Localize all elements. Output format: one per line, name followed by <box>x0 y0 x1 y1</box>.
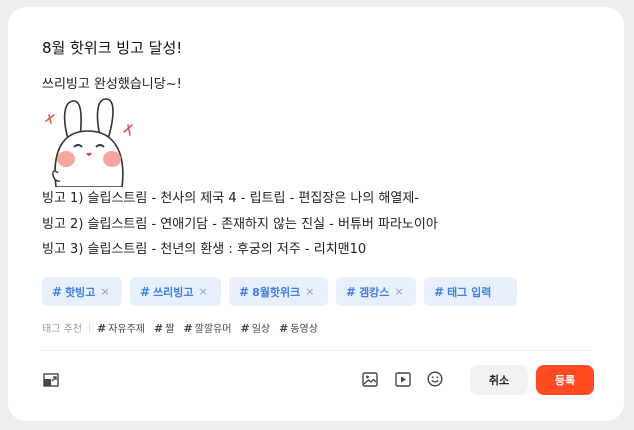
hash-icon: # <box>52 284 63 299</box>
recommend-tag-label: 깔깔유머 <box>194 323 232 335</box>
hash-icon: # <box>239 284 250 299</box>
tag-label: 쓰리빙고 <box>153 285 194 299</box>
tag-input[interactable]: # 태그 입력 <box>424 277 517 306</box>
hash-icon: # <box>346 284 357 299</box>
tag-recommendations: 태그 추천 # 자유주제 # 짤 # 깔깔유머 # 일상 # 동영상 <box>42 319 327 335</box>
emoji-icon[interactable] <box>427 371 443 387</box>
bingo-line-2[interactable]: 빙고 2) 슬립스트림 - 연애기담 - 존재하지 않는 진실 - 버튜버 파라… <box>42 213 438 232</box>
hash-icon: # <box>279 321 289 335</box>
recommend-tag-label: 동영상 <box>290 323 318 335</box>
recommend-tag[interactable]: # 일상 <box>240 320 270 335</box>
post-intro[interactable]: 쓰리빙고 완성했습니당~! <box>42 73 182 92</box>
recommend-label: 태그 추천 <box>42 323 82 335</box>
recommend-tag[interactable]: # 깔깔유머 <box>183 320 231 335</box>
recommend-tag-label: 일상 <box>251 323 271 335</box>
hash-icon: # <box>96 321 107 335</box>
post-title[interactable]: 8월 핫위크 빙고 달성! <box>42 37 182 58</box>
remove-tag-icon[interactable]: × <box>100 285 109 298</box>
remove-tag-icon[interactable]: × <box>199 285 208 298</box>
remove-tag-icon[interactable]: × <box>394 285 403 298</box>
hash-icon: # <box>434 284 445 299</box>
image-icon[interactable] <box>362 372 378 387</box>
footer-divider <box>42 350 592 351</box>
tag-input-placeholder: 태그 입력 <box>447 285 492 299</box>
resize-icon[interactable] <box>43 373 59 387</box>
tag-chip-threebingo[interactable]: # 쓰리빙고 × <box>130 277 221 306</box>
post-editor-card: 8월 핫위크 빙고 달성! 쓰리빙고 완성했습니당~! 빙고 1) 슬립스트림 … <box>8 7 624 421</box>
tag-label: 8월핫위크 <box>252 285 301 299</box>
recommend-tag-label: 자유주제 <box>108 323 146 335</box>
video-icon[interactable] <box>395 372 411 387</box>
recommend-tag[interactable]: # 짤 <box>154 320 174 335</box>
bunny-sticker <box>45 98 133 187</box>
bingo-line-1[interactable]: 빙고 1) 슬립스트림 - 천사의 제국 4 - 립트립 - 편집장은 나의 해… <box>42 187 419 206</box>
submit-button[interactable]: 등록 <box>536 365 594 395</box>
recommend-divider <box>88 322 90 332</box>
hash-icon: # <box>240 321 250 335</box>
hash-icon: # <box>183 321 193 335</box>
tag-chip-augusthotweek[interactable]: # 8월핫위크 × <box>229 277 328 306</box>
bingo-line-3[interactable]: 빙고 3) 슬립스트림 - 천년의 환생 : 후궁의 저주 - 리치맨10 <box>42 238 366 257</box>
tag-chip-gamecance[interactable]: # 겜캉스 × <box>336 277 416 306</box>
hash-icon: # <box>140 284 151 299</box>
tag-label: 겜캉스 <box>359 285 390 299</box>
recommend-tag[interactable]: # 자유주제 <box>97 320 145 335</box>
hash-icon: # <box>154 321 164 335</box>
cancel-button[interactable]: 취소 <box>470 365 528 395</box>
remove-tag-icon[interactable]: × <box>305 285 314 298</box>
recommend-tag[interactable]: # 동영상 <box>279 320 318 335</box>
tag-chip-hotbingo[interactable]: # 핫빙고 × <box>42 277 122 306</box>
recommend-tag-label: 짤 <box>165 323 175 335</box>
tag-label: 핫빙고 <box>65 285 96 299</box>
